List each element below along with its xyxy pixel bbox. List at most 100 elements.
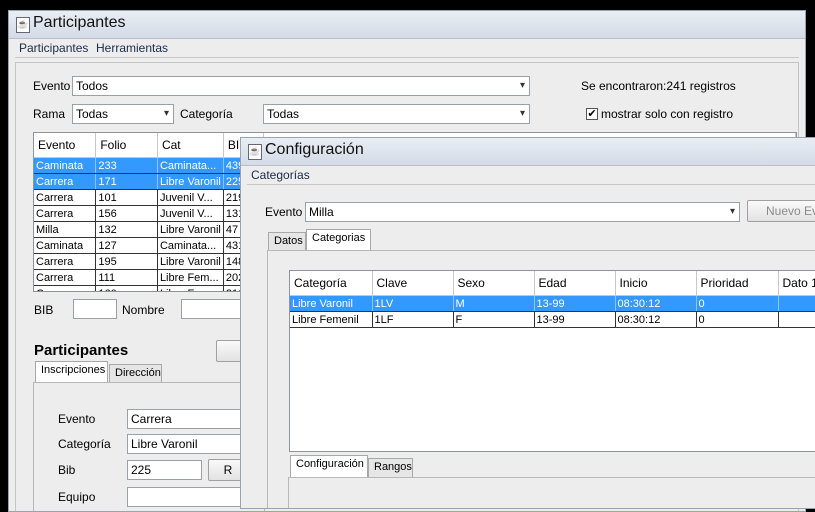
menu-herramientas[interactable]: Herramientas <box>96 41 168 55</box>
table-cell: Carrera <box>34 173 97 190</box>
tab-categorias[interactable]: Categorias <box>306 229 371 251</box>
table-cell: 13-99 <box>534 311 616 328</box>
config-evento-value: Milla <box>309 205 334 219</box>
table-cell: Carrera <box>34 269 97 286</box>
table-cell: Juvenil V... <box>157 205 224 222</box>
form-categoria-select[interactable]: Libre Varonil <box>127 434 247 454</box>
tab-configuracion[interactable]: Configuración <box>290 455 368 477</box>
configuracion-window: ☕ Configuración Categorías Evento Milla … <box>240 137 815 509</box>
tab-datos[interactable]: Datos <box>268 232 306 251</box>
rama-select-value: Todas <box>76 107 109 121</box>
config-window-title: Configuración <box>265 141 364 158</box>
table-cell: F <box>453 311 535 328</box>
column-header[interactable]: Sexo <box>453 271 535 296</box>
chevron-down-icon: ▾ <box>163 108 169 119</box>
rama-select[interactable]: Todas ▾ <box>72 104 174 124</box>
chevron-down-icon: ▾ <box>519 80 525 91</box>
table-cell: Caminata <box>34 157 97 174</box>
categoria-select[interactable]: Todas ▾ <box>263 104 530 124</box>
table-cell: Carrera <box>34 253 97 270</box>
column-header[interactable]: Cat <box>157 133 224 158</box>
column-header[interactable]: Categoría <box>290 271 373 296</box>
column-header[interactable]: Prioridad <box>696 271 779 296</box>
column-header[interactable]: Folio <box>95 133 158 158</box>
table-row[interactable]: Libre Varonil 1LV M 13-99 08:30:12 0 <box>290 295 815 312</box>
table-cell: 0 <box>696 295 779 312</box>
nombre-label: Nombre <box>122 303 165 317</box>
column-header[interactable]: Evento <box>34 133 97 158</box>
table-cell: Carrera <box>34 205 97 222</box>
table-cell: M <box>453 295 535 312</box>
mostrar-checkbox[interactable]: ✔ <box>586 108 598 120</box>
table-cell: 08:30:12 <box>615 295 697 312</box>
table-cell: 1LF <box>372 311 454 328</box>
column-header[interactable]: Edad <box>534 271 616 296</box>
table-row[interactable]: Libre Femenil 1LF F 13-99 08:30:12 0 <box>290 311 815 328</box>
form-bib-value: 225 <box>131 463 152 477</box>
form-evento-value: Carrera <box>131 412 172 426</box>
chevron-down-icon: ▾ <box>729 206 735 217</box>
table-cell: Milla <box>34 221 97 238</box>
bib-search-input[interactable] <box>73 299 117 319</box>
evento-label: Evento <box>33 79 71 93</box>
table-cell <box>778 295 815 312</box>
app-icon: ☕ <box>248 144 262 160</box>
column-header[interactable]: Clave <box>372 271 454 296</box>
menu-categorias[interactable]: Categorías <box>251 168 310 182</box>
table-cell: 156 <box>95 205 158 222</box>
table-cell: 0 <box>696 311 779 328</box>
categoria-label: Categoría <box>180 107 233 121</box>
section-title: Participantes <box>34 342 129 359</box>
table-cell: Libre Varonil <box>157 253 224 270</box>
mostrar-label: mostrar solo con registro <box>601 107 734 121</box>
table-cell <box>778 311 815 328</box>
form-evento-select[interactable]: Carrera <box>127 409 247 429</box>
config-title-bar[interactable]: ☕ Configuración <box>241 138 815 166</box>
configuracion-subpanel <box>288 477 815 508</box>
records-count: Se encontraron:241 registros <box>581 79 736 93</box>
config-menu-bar: Categorías <box>241 166 815 184</box>
table-cell: Libre Varonil <box>290 295 373 312</box>
title-bar[interactable]: ☕ Participantes <box>9 11 805 39</box>
table-cell: Carrera <box>34 189 97 206</box>
table-cell: 08:30:12 <box>615 311 697 328</box>
form-equipo-label: Equipo <box>58 490 96 504</box>
table-cell: Caminata... <box>157 237 224 254</box>
table-cell: Libre Fem... <box>157 285 224 291</box>
table-cell: 233 <box>95 157 158 174</box>
table-cell: Libre Fem... <box>157 269 224 286</box>
table-cell: 101 <box>95 189 158 206</box>
table-cell: Juvenil V... <box>157 189 224 206</box>
evento-select-value: Todos <box>76 79 109 93</box>
form-equipo-input[interactable] <box>127 487 247 507</box>
table-cell: Libre Varonil <box>157 221 224 238</box>
tab-rangos[interactable]: Rangos <box>368 458 413 477</box>
config-menu-separator <box>247 184 815 185</box>
form-bib-input[interactable]: 225 <box>127 460 202 480</box>
app-icon: ☕ <box>16 17 30 33</box>
tab-direccion[interactable]: Dirección <box>109 364 162 383</box>
table-cell: Libre Varonil <box>157 173 224 190</box>
config-evento-label: Evento <box>265 205 303 219</box>
menu-bar: Participantes Herramientas <box>9 39 805 57</box>
categoria-select-value: Todas <box>267 107 300 121</box>
column-header[interactable]: Dato 1 <box>778 271 815 296</box>
table-cell: Caminata... <box>157 157 224 174</box>
table-cell: 195 <box>95 253 158 270</box>
table-cell: 160 <box>95 285 158 291</box>
table-cell: 1LV <box>372 295 454 312</box>
rama-label: Rama <box>33 107 66 121</box>
chevron-down-icon: ▾ <box>519 108 525 119</box>
config-evento-select[interactable]: Milla ▾ <box>305 202 740 222</box>
tab-inscripciones[interactable]: Inscripciones <box>35 361 108 383</box>
categories-table[interactable]: Categoría Clave Sexo Edad Inicio Prioridad Dat… <box>289 270 815 452</box>
nuevo-evento-button[interactable]: Nuevo Ev <box>747 200 815 222</box>
column-header[interactable]: Inicio <box>615 271 697 296</box>
form-categoria-value: Libre Varonil <box>131 437 198 451</box>
form-evento-label: Evento <box>58 412 96 426</box>
form-categoria-label: Categoría <box>58 437 111 451</box>
evento-select[interactable]: Todos ▾ <box>72 76 530 96</box>
table-cell: 127 <box>95 237 158 254</box>
menu-participantes[interactable]: Participantes <box>19 41 88 55</box>
table-cell: 13-99 <box>534 295 616 312</box>
